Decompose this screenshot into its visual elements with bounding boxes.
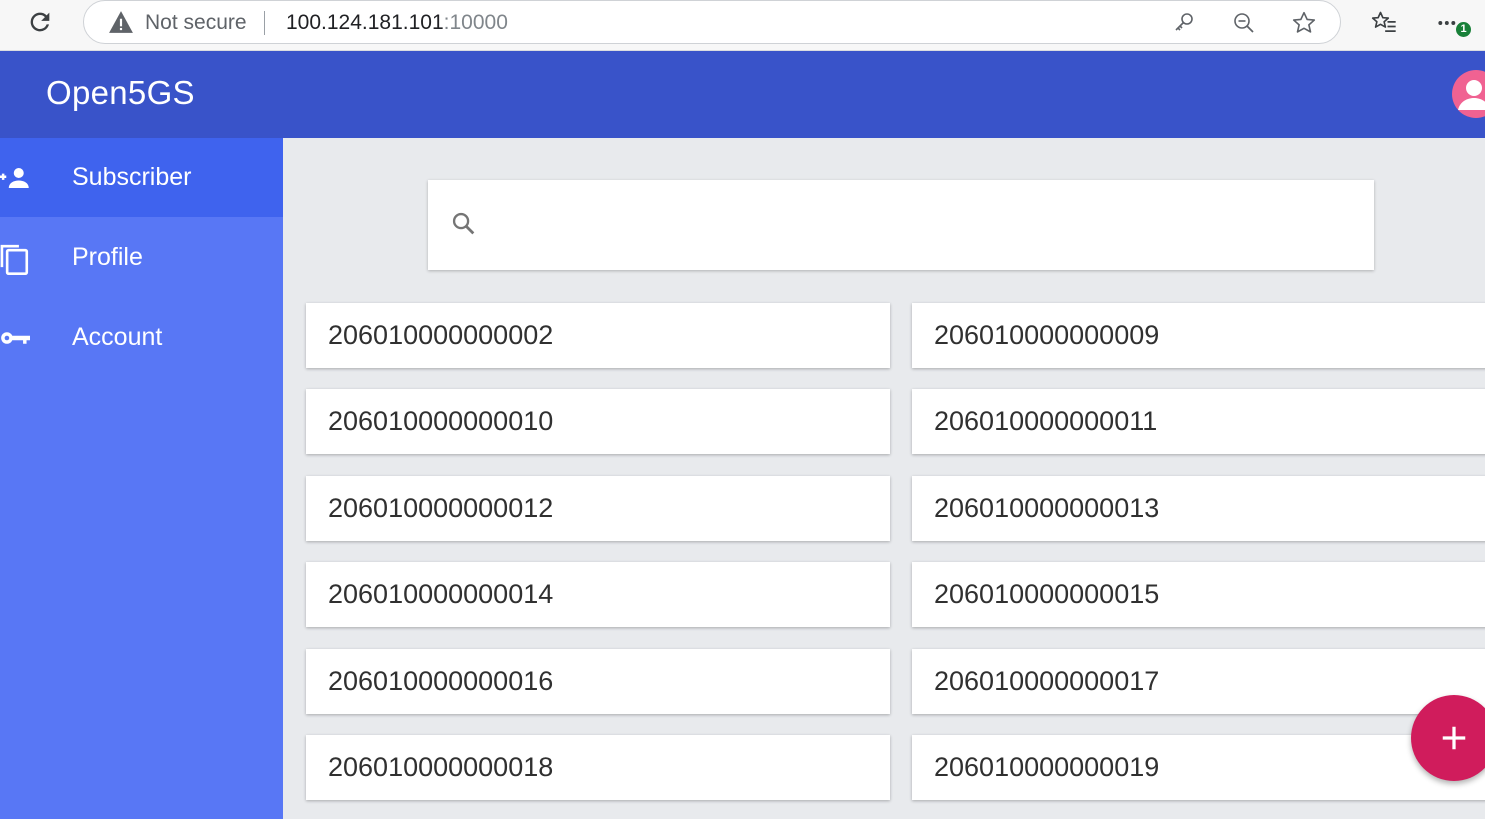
update-badge: 1 [1456, 22, 1471, 37]
subscriber-imsi: 206010000000010 [328, 406, 554, 436]
subscriber-card[interactable]: 206010000000019 [912, 735, 1485, 800]
subscriber-imsi: 206010000000016 [328, 666, 554, 696]
favorites-icon[interactable] [1369, 8, 1399, 38]
url-port: :10000 [443, 11, 508, 34]
user-avatar[interactable] [1452, 70, 1485, 118]
subscriber-imsi: 206010000000014 [328, 579, 554, 609]
subscriber-card[interactable]: 206010000000014 [306, 562, 890, 627]
subscriber-card[interactable]: 206010000000018 [306, 735, 890, 800]
copy-icon [0, 241, 34, 275]
sidebar-item-label: Profile [72, 243, 143, 271]
subscriber-imsi: 206010000000009 [934, 320, 1160, 350]
subscriber-imsi: 206010000000015 [934, 579, 1160, 609]
reload-icon[interactable] [22, 6, 58, 38]
zoom-out-icon[interactable] [1230, 9, 1258, 37]
address-bar[interactable]: Not secure 100.124.181.101:10000 [83, 0, 1341, 44]
url-text[interactable]: 100.124.181.101:10000 [286, 11, 508, 35]
subscriber-card[interactable]: 206010000000002 [306, 303, 890, 368]
search-box[interactable] [428, 180, 1374, 270]
plus-icon [1442, 726, 1466, 750]
app-title: Open5GS [46, 74, 195, 111]
subscriber-card[interactable]: 206010000000016 [306, 649, 890, 714]
browser-toolbar: Not secure 100.124.181.101:10000 1 [0, 0, 1485, 51]
sidebar: Subscriber Profile Account [0, 138, 283, 819]
subscriber-imsi: 206010000000002 [328, 320, 554, 350]
security-label[interactable]: Not secure [145, 11, 247, 35]
subscriber-imsi: 206010000000012 [328, 493, 554, 523]
subscriber-card[interactable]: 206010000000013 [912, 476, 1485, 541]
subscriber-card[interactable]: 206010000000010 [306, 389, 890, 454]
person-add-icon [0, 161, 34, 195]
sidebar-item-label: Account [72, 323, 163, 351]
key-icon [0, 321, 34, 355]
subscriber-imsi: 206010000000019 [934, 752, 1160, 782]
address-separator [264, 11, 265, 35]
sidebar-item-account[interactable]: Account [0, 298, 283, 377]
app-header: Open5GS [0, 51, 1485, 138]
star-icon[interactable] [1290, 9, 1318, 37]
main-content: 206010000000002 206010000000009 20601000… [283, 138, 1485, 819]
subscriber-imsi: 206010000000018 [328, 752, 554, 782]
sidebar-item-label: Subscriber [72, 163, 192, 191]
search-input[interactable] [492, 204, 1352, 246]
person-icon [1458, 80, 1485, 110]
subscriber-imsi: 206010000000013 [934, 493, 1160, 523]
subscriber-imsi: 206010000000011 [934, 406, 1158, 436]
subscriber-imsi: 206010000000017 [934, 666, 1160, 696]
search-icon [450, 210, 478, 243]
subscriber-card[interactable]: 206010000000017 [912, 649, 1485, 714]
url-host: 100.124.181.101 [286, 11, 444, 34]
sidebar-item-profile[interactable]: Profile [0, 218, 283, 297]
subscriber-card[interactable]: 206010000000012 [306, 476, 890, 541]
subscriber-card[interactable]: 206010000000011 [912, 389, 1485, 454]
warning-icon [108, 10, 134, 39]
subscriber-card[interactable]: 206010000000015 [912, 562, 1485, 627]
sidebar-item-subscriber[interactable]: Subscriber [0, 138, 283, 217]
subscriber-card[interactable]: 206010000000009 [912, 303, 1485, 368]
key-icon[interactable] [1170, 9, 1198, 37]
